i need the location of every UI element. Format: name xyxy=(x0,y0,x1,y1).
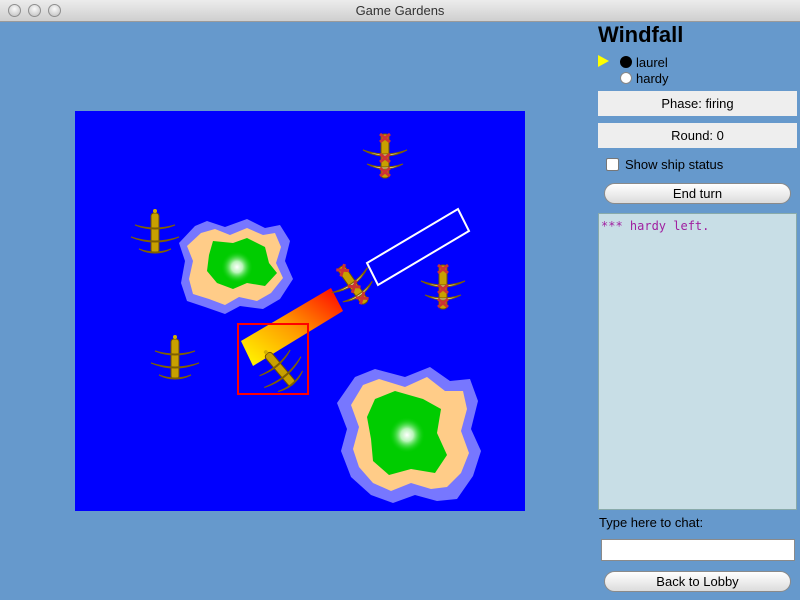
ship-enemy-top[interactable] xyxy=(361,132,409,180)
chat-input[interactable] xyxy=(601,539,795,561)
chat-log[interactable]: *** hardy left. xyxy=(598,213,797,510)
player-name: laurel xyxy=(636,55,668,70)
island-large xyxy=(337,367,481,503)
player-row-laurel: laurel xyxy=(598,55,718,71)
window-title: Game Gardens xyxy=(355,3,445,18)
board-canvas[interactable] xyxy=(75,111,525,511)
ship-own-left-bottom[interactable] xyxy=(150,334,200,380)
show-ship-status-checkbox[interactable] xyxy=(606,158,619,171)
ship-own-left-top[interactable] xyxy=(130,208,180,254)
game-title: Windfall xyxy=(598,22,684,47)
round-display: Round: 0 xyxy=(598,123,797,148)
end-turn-button[interactable]: End turn xyxy=(604,183,791,204)
game-board[interactable] xyxy=(75,111,525,511)
back-to-lobby-button[interactable]: Back to Lobby xyxy=(604,571,791,592)
show-ship-status-label: Show ship status xyxy=(625,157,724,172)
window-titlebar: Game Gardens xyxy=(0,0,800,22)
black-marker-icon xyxy=(620,56,632,68)
chat-prompt-label: Type here to chat: xyxy=(599,515,704,530)
turn-arrow-icon xyxy=(598,55,609,67)
chat-message: *** hardy left. xyxy=(601,219,710,233)
player-name: hardy xyxy=(636,71,669,86)
island-small xyxy=(179,219,293,314)
target-outline xyxy=(365,207,471,287)
white-marker-icon xyxy=(620,72,632,84)
phase-display: Phase: firing xyxy=(598,91,797,116)
player-row-hardy: hardy xyxy=(598,71,718,87)
ship-enemy-right[interactable] xyxy=(419,263,467,311)
